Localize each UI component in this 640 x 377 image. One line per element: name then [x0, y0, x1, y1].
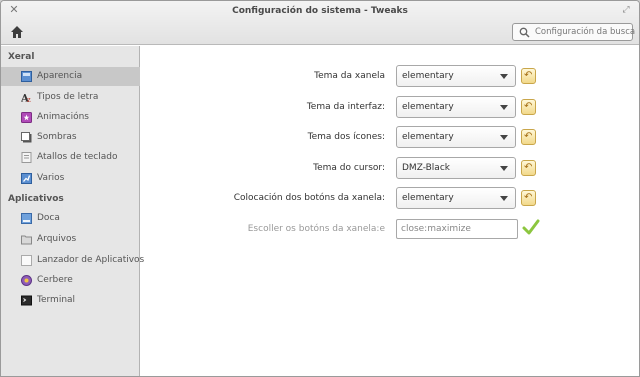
sidebar-item-cerbere[interactable]: Cerbere	[1, 271, 140, 290]
sidebar-item-label: Animacións	[37, 112, 89, 122]
files-icon	[21, 235, 32, 245]
animations-icon	[21, 112, 32, 123]
sidebar-item-misc[interactable]: Varios	[1, 169, 140, 188]
maximize-window-button[interactable]: ⤢	[620, 4, 632, 16]
cursor-theme-reset-button[interactable]: ↶	[521, 160, 536, 176]
icon-theme-label: Tema dos ícones:	[307, 132, 385, 142]
undo-icon: ↶	[524, 101, 533, 112]
home-button[interactable]	[10, 25, 24, 39]
custom-buttons-label: Escoller os botóns da xanela:e	[247, 224, 385, 234]
misc-icon	[21, 173, 32, 184]
dock-icon	[21, 213, 32, 224]
appearance-icon	[21, 71, 32, 82]
undo-icon: ↶	[524, 162, 533, 173]
sidebar-item-keyboard[interactable]: Atallos de teclado	[1, 148, 140, 167]
button-layout-select[interactable]: elementary	[396, 187, 516, 209]
shadows-icon	[21, 132, 32, 143]
window-theme-label: Tema da xanela	[314, 71, 385, 81]
custom-buttons-value: close:maximize	[401, 224, 471, 234]
button-layout-reset-button[interactable]: ↶	[521, 190, 536, 206]
terminal-icon	[21, 295, 32, 306]
sidebar-item-label: Atallos de teclado	[37, 152, 118, 162]
sidebar-item-terminal[interactable]: Terminal	[1, 291, 140, 310]
undo-icon: ↶	[524, 131, 533, 142]
chevron-down-icon	[500, 166, 508, 171]
sidebar-item-label: Terminal	[37, 295, 76, 305]
icon-theme-value: elementary	[402, 132, 454, 142]
interface-theme-reset-button[interactable]: ↶	[521, 99, 536, 115]
sidebar-item-shadows[interactable]: Sombras	[1, 128, 140, 147]
keyboard-icon	[21, 152, 32, 163]
category-general: Xeral	[8, 52, 35, 62]
apply-check-icon[interactable]	[521, 217, 541, 237]
chevron-down-icon	[500, 196, 508, 201]
window-theme-reset-button[interactable]: ↶	[521, 68, 536, 84]
fonts-icon: Az	[21, 94, 31, 104]
window-title: Configuración do sistema - Tweaks	[232, 6, 408, 16]
window-theme-value: elementary	[402, 71, 454, 81]
sidebar-item-animations[interactable]: Animacións	[1, 108, 140, 127]
sidebar-item-launcher[interactable]: Lanzador de Aplicativos	[1, 251, 144, 270]
sidebar-item-label: Tipos de letra	[37, 92, 99, 102]
launcher-icon	[21, 255, 32, 266]
search-icon	[519, 27, 530, 38]
title-bar: ✕ Configuración do sistema - Tweaks ⤢ Co…	[1, 1, 639, 45]
sidebar-item-label: Sombras	[37, 132, 77, 142]
category-applications: Aplicativos	[8, 194, 64, 204]
window-theme-select[interactable]: elementary	[396, 65, 516, 87]
home-icon	[11, 26, 23, 38]
icon-theme-reset-button[interactable]: ↶	[521, 129, 536, 145]
search-placeholder: Configuración da busca	[535, 27, 636, 37]
button-layout-label: Colocación dos botóns da xanela:	[233, 193, 385, 203]
chevron-down-icon	[500, 105, 508, 110]
cursor-theme-label: Tema do cursor:	[313, 163, 385, 173]
undo-icon: ↶	[524, 192, 533, 203]
interface-theme-value: elementary	[402, 102, 454, 112]
sidebar-item-label: Varios	[37, 173, 65, 183]
svg-text:z: z	[27, 96, 31, 103]
sidebar-item-files[interactable]: Arquivos	[1, 230, 140, 249]
interface-theme-label: Tema da interfaz:	[306, 102, 385, 112]
sidebar-item-label: Doca	[37, 213, 60, 223]
sidebar-item-fonts[interactable]: Az Tipos de letra	[1, 88, 140, 107]
interface-theme-select[interactable]: elementary	[396, 96, 516, 118]
sidebar-item-label: Cerbere	[37, 275, 73, 285]
chevron-down-icon	[500, 135, 508, 140]
button-layout-value: elementary	[402, 193, 454, 203]
sidebar-item-dock[interactable]: Doca	[1, 209, 140, 228]
undo-icon: ↶	[524, 70, 533, 81]
sidebar-item-label: Lanzador de Aplicativos	[37, 255, 145, 265]
sidebar-item-label: Arquivos	[37, 234, 77, 244]
cursor-theme-value: DMZ-Black	[402, 163, 450, 173]
cursor-theme-select[interactable]: DMZ-Black	[396, 157, 516, 179]
sidebar-item-label: Aparencia	[37, 71, 83, 81]
custom-buttons-input[interactable]: close:maximize	[396, 219, 518, 239]
sidebar-item-appearance[interactable]: Aparencia	[1, 67, 140, 86]
sidebar: Xeral Aparencia Az Tipos de letra Animac…	[1, 46, 144, 376]
cerbere-icon	[21, 275, 32, 286]
search-field[interactable]: Configuración da busca	[512, 23, 636, 41]
tweaks-window: ✕ Configuración do sistema - Tweaks ⤢ Co…	[0, 0, 640, 377]
icon-theme-select[interactable]: elementary	[396, 126, 516, 148]
chevron-down-icon	[500, 74, 508, 79]
